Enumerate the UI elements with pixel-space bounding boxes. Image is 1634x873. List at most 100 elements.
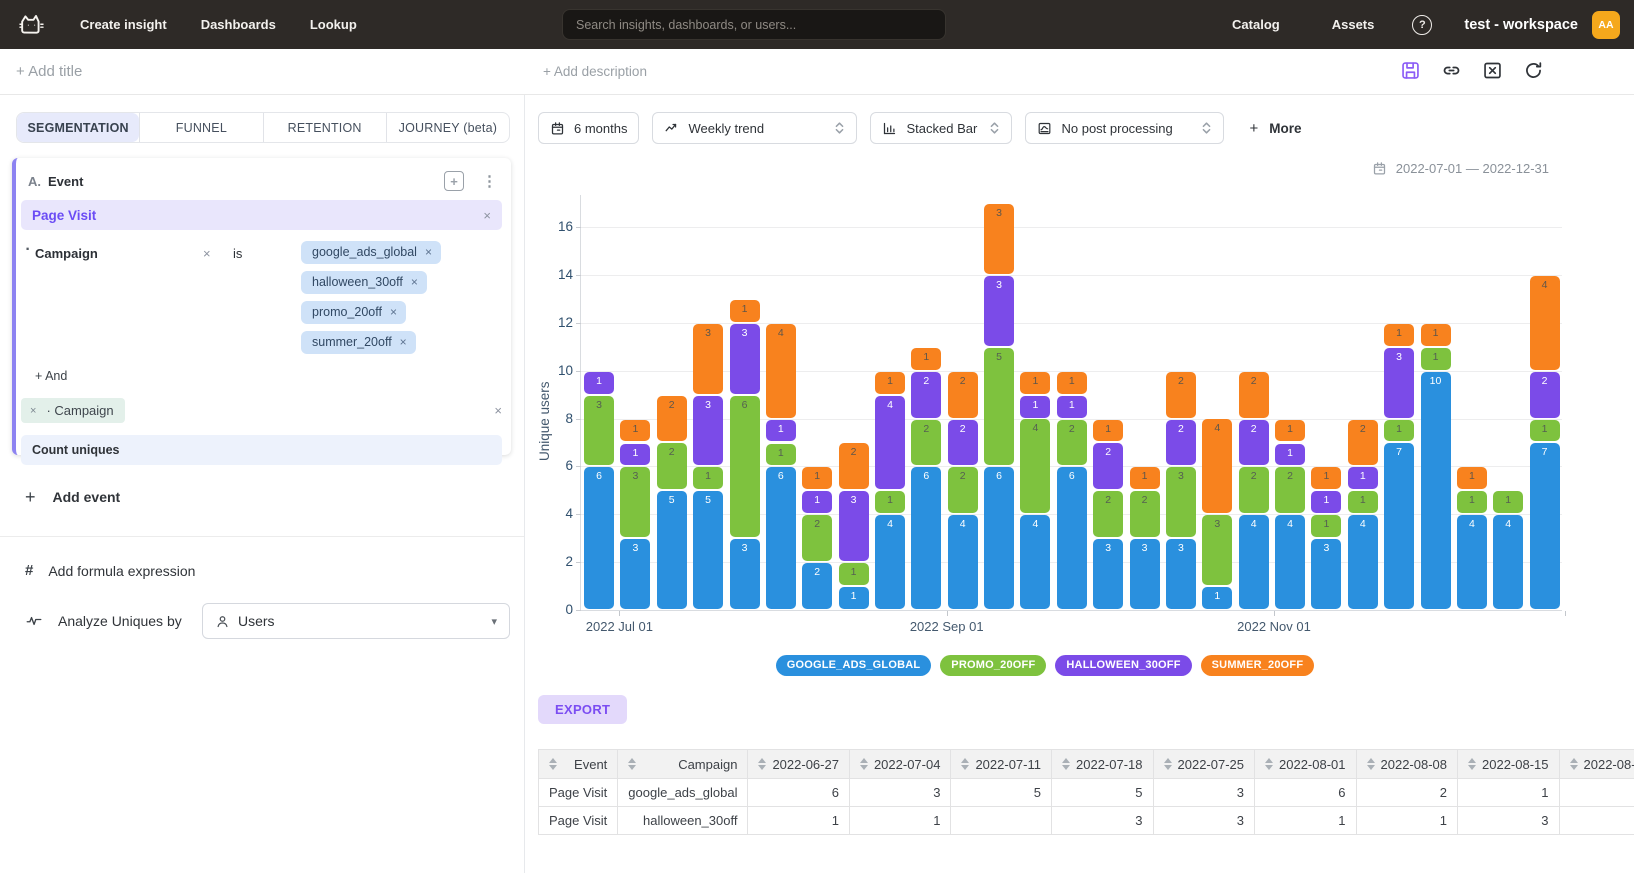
bar-segment[interactable]: 4	[766, 324, 796, 418]
bar-segment[interactable]: 1	[1057, 396, 1087, 418]
sort-icon[interactable]	[1062, 758, 1070, 770]
bar-segment[interactable]: 6	[911, 467, 941, 609]
bar-segment[interactable]: 1	[1530, 420, 1560, 442]
bar-segment[interactable]: 3	[984, 276, 1014, 346]
bar-segment[interactable]: 2	[911, 420, 941, 466]
bar-segment[interactable]: 4	[1493, 515, 1523, 609]
remove-value-icon[interactable]: ×	[425, 245, 432, 259]
date-range-button[interactable]: 6 months	[538, 112, 639, 144]
nav-catalog[interactable]: Catalog	[1232, 17, 1280, 32]
bar-segment[interactable]: 1	[875, 372, 905, 394]
filter-value-chip[interactable]: google_ads_global×	[301, 241, 441, 264]
bar-segment[interactable]: 4	[1239, 515, 1269, 609]
bar-segment[interactable]: 1	[802, 467, 832, 489]
bar-segment[interactable]: 1	[1311, 515, 1341, 537]
bar-segment[interactable]: 5	[984, 348, 1014, 466]
bar-segment[interactable]: 3	[620, 467, 650, 537]
bar-segment[interactable]: 3	[584, 396, 614, 466]
column-header[interactable]: 2022-07-11	[951, 750, 1052, 779]
bar-segment[interactable]: 6	[766, 467, 796, 609]
bar-segment[interactable]: 4	[875, 515, 905, 609]
nav-assets[interactable]: Assets	[1332, 17, 1375, 32]
legend-chip[interactable]: HALLOWEEN_30OFF	[1055, 655, 1191, 676]
bar-segment[interactable]: 1	[1275, 444, 1305, 466]
bar-segment[interactable]: 2	[1166, 420, 1196, 466]
bar-segment[interactable]: 1	[620, 420, 650, 442]
bar-segment[interactable]: 2	[839, 443, 869, 489]
bar-segment[interactable]: 1	[1130, 467, 1160, 489]
bar-segment[interactable]: 3	[730, 539, 760, 609]
bar-segment[interactable]: 2	[1239, 372, 1269, 418]
applied-date-range[interactable]: 2022-07-01 — 2022-12-31	[1372, 161, 1549, 176]
bar-segment[interactable]: 3	[1130, 539, 1160, 609]
bar-segment[interactable]: 1	[766, 444, 796, 466]
sort-icon[interactable]	[860, 758, 868, 770]
remove-value-icon[interactable]: ×	[400, 335, 407, 349]
bar-segment[interactable]: 2	[802, 515, 832, 561]
search-input[interactable]: Search insights, dashboards, or users...	[562, 9, 946, 40]
bar-segment[interactable]: 1	[1384, 420, 1414, 442]
bar-segment[interactable]: 2	[1093, 443, 1123, 489]
nav-lookup[interactable]: Lookup	[310, 17, 357, 32]
add-description-button[interactable]: + Add description	[543, 64, 647, 79]
bar-segment[interactable]: 6	[984, 467, 1014, 609]
bar-segment[interactable]: 5	[693, 491, 723, 609]
tab-funnel[interactable]: FUNNEL	[139, 113, 262, 142]
save-icon[interactable]	[1400, 60, 1421, 81]
bar-segment[interactable]: 5	[657, 491, 687, 609]
bar-segment[interactable]: 1	[1348, 467, 1378, 489]
bar-segment[interactable]: 1	[911, 348, 941, 370]
bar-segment[interactable]: 3	[1093, 539, 1123, 609]
tab-segmentation[interactable]: SEGMENTATION	[17, 113, 139, 142]
bar-segment[interactable]: 1	[1421, 348, 1451, 370]
bar-segment[interactable]: 1	[1093, 420, 1123, 442]
sort-icon[interactable]	[1265, 758, 1273, 770]
bar-segment[interactable]: 1	[1057, 372, 1087, 394]
bar-segment[interactable]: 1	[1457, 491, 1487, 513]
bar-segment[interactable]: 2	[1166, 372, 1196, 418]
bar-segment[interactable]: 2	[1530, 372, 1560, 418]
bar-segment[interactable]: 3	[1311, 539, 1341, 609]
post-processing-select[interactable]: No post processing	[1025, 112, 1224, 144]
analyze-by-select[interactable]: Users ▾	[202, 603, 510, 639]
bar-segment[interactable]: 1	[802, 491, 832, 513]
bar-segment[interactable]: 1	[730, 300, 760, 322]
sort-icon[interactable]	[758, 758, 766, 770]
column-header[interactable]: 2022-06-27	[748, 750, 850, 779]
cat-logo-icon[interactable]	[16, 10, 46, 40]
legend-chip[interactable]: GOOGLE_ADS_GLOBAL	[776, 655, 932, 676]
bar-segment[interactable]: 2	[657, 443, 687, 489]
sort-icon[interactable]	[961, 758, 969, 770]
bar-segment[interactable]: 4	[1348, 515, 1378, 609]
event-selector[interactable]: Page Visit ×	[21, 200, 502, 230]
column-header[interactable]: 2022-07-04	[849, 750, 951, 779]
column-header[interactable]: Campaign	[618, 750, 748, 779]
remove-value-icon[interactable]: ×	[390, 305, 397, 319]
bar-segment[interactable]: 1	[1348, 491, 1378, 513]
bar-segment[interactable]: 1	[1020, 372, 1050, 394]
bar-segment[interactable]: 1	[766, 420, 796, 442]
trend-select[interactable]: Weekly trend	[652, 112, 857, 144]
nav-dashboards[interactable]: Dashboards	[201, 17, 276, 32]
bar-segment[interactable]: 4	[1457, 515, 1487, 609]
sort-icon[interactable]	[1570, 758, 1578, 770]
bar-segment[interactable]: 10	[1421, 372, 1451, 609]
add-title-button[interactable]: + Add title	[16, 63, 82, 80]
sort-icon[interactable]	[1367, 758, 1375, 770]
remove-breakdown-row-icon[interactable]: ×	[494, 403, 502, 418]
legend-chip[interactable]: SUMMER_20OFF	[1201, 655, 1315, 676]
kebab-menu-icon[interactable]: ⋮	[482, 172, 497, 190]
sort-icon[interactable]	[1164, 758, 1172, 770]
remove-filter-icon[interactable]: ×	[203, 241, 233, 261]
bar-segment[interactable]: 4	[1020, 515, 1050, 609]
tab-journey-beta-[interactable]: JOURNEY (beta)	[386, 113, 509, 142]
nav-create-insight[interactable]: Create insight	[80, 17, 167, 32]
bar-segment[interactable]: 3	[839, 491, 869, 561]
bar-segment[interactable]: 1	[693, 467, 723, 489]
bar-segment[interactable]: 4	[1530, 276, 1560, 370]
filter-operator[interactable]: is	[233, 241, 301, 261]
bar-segment[interactable]: 1	[1311, 491, 1341, 513]
bar-segment[interactable]: 2	[1239, 420, 1269, 466]
help-icon[interactable]: ?	[1412, 15, 1432, 35]
bar-segment[interactable]: 6	[1057, 467, 1087, 609]
